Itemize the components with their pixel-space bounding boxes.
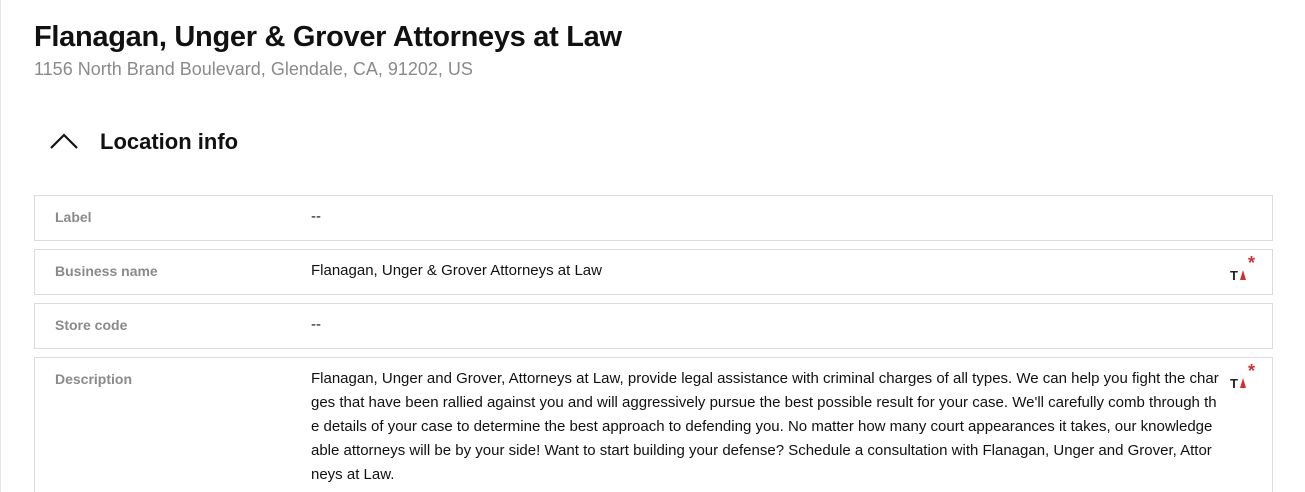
field-value: -- <box>311 208 321 225</box>
field-label: Store code <box>55 317 128 333</box>
page-title: Flanagan, Unger & Grover Attorneys at La… <box>34 21 622 53</box>
location-details-page: Flanagan, Unger & Grover Attorneys at La… <box>0 0 1305 492</box>
translate-icon[interactable]: T * <box>1228 361 1258 392</box>
translate-icon[interactable]: T * <box>1228 253 1258 284</box>
field-row-description: Description Flanagan, Unger and Grover, … <box>34 357 1273 492</box>
section-title: Location info <box>100 129 239 154</box>
location-info-toggle[interactable]: Location info <box>48 126 238 158</box>
field-label: Description <box>55 371 133 387</box>
field-row-store-code: Store code -- <box>34 303 1273 349</box>
field-row-label: Label -- <box>34 195 1273 241</box>
svg-text:T: T <box>1230 376 1238 391</box>
svg-text:*: * <box>1248 256 1255 273</box>
field-value: Flanagan, Unger and Grover, Attorneys at… <box>311 370 1219 483</box>
chevron-up-icon[interactable] <box>48 126 80 158</box>
page-header: Flanagan, Unger & Grover Attorneys at La… <box>34 20 622 80</box>
page-address: 1156 North Brand Boulevard, Glendale, CA… <box>34 59 473 79</box>
field-label: Business name <box>55 263 158 279</box>
field-value: Flanagan, Unger & Grover Attorneys at La… <box>311 262 602 279</box>
location-info-fields: Label -- Business name Flanagan, Unger &… <box>34 195 1273 492</box>
field-label: Label <box>55 209 92 225</box>
svg-text:*: * <box>1248 364 1255 381</box>
field-row-business-name: Business name Flanagan, Unger & Grover A… <box>34 249 1273 295</box>
field-value: -- <box>311 316 321 333</box>
svg-text:T: T <box>1230 268 1238 283</box>
